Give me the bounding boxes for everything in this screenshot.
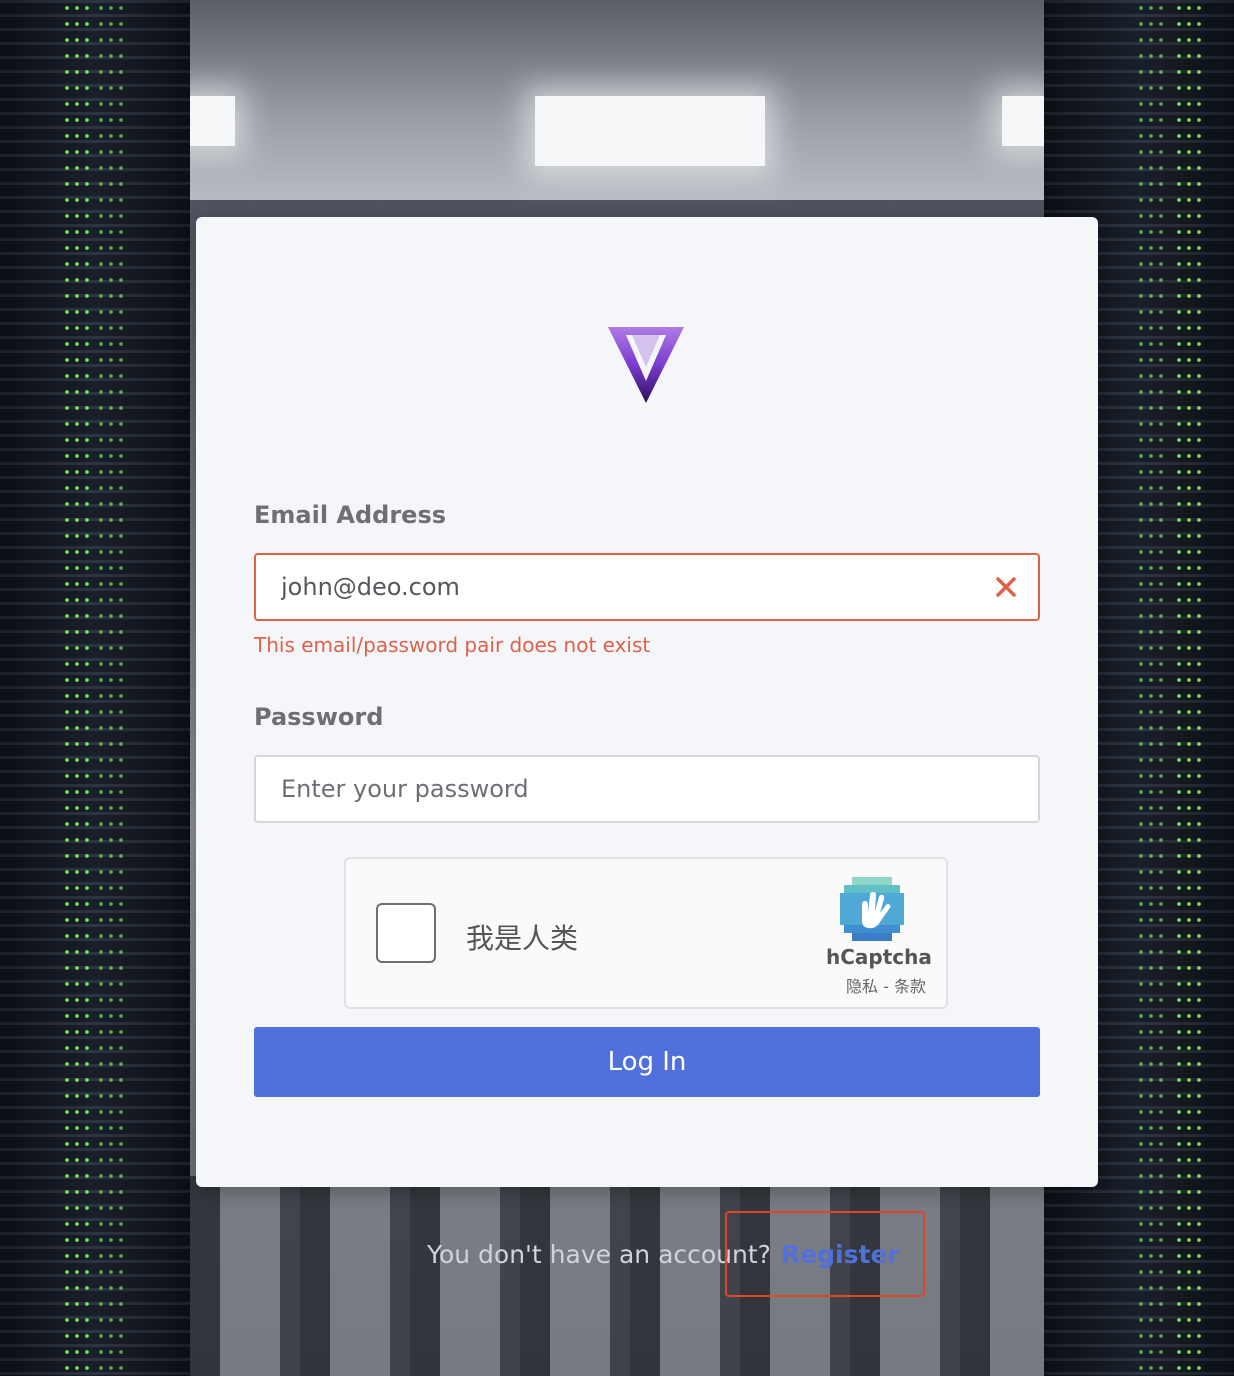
email-label: Email Address bbox=[254, 501, 447, 529]
password-field-wrapper bbox=[254, 755, 1040, 823]
password-label: Password bbox=[254, 703, 384, 731]
register-prompt-text: You don't have an account? bbox=[427, 1240, 771, 1269]
ceiling-light bbox=[535, 96, 765, 166]
email-input[interactable] bbox=[256, 555, 1038, 619]
v-logo-icon bbox=[608, 327, 684, 403]
login-button[interactable]: Log In bbox=[254, 1027, 1040, 1097]
hcaptcha-privacy-terms-links[interactable]: 隐私 - 条款 bbox=[846, 973, 926, 997]
server-rack-left bbox=[0, 0, 190, 1376]
captcha-checkbox[interactable] bbox=[376, 903, 436, 963]
email-field-wrapper bbox=[254, 553, 1040, 621]
clear-x-icon[interactable] bbox=[994, 575, 1018, 599]
captcha-checkbox-label: 我是人类 bbox=[466, 922, 579, 955]
email-error-message: This email/password pair does not exist bbox=[254, 633, 651, 657]
hcaptcha-widget: 我是人类 hCaptcha 隐私 - 条款 bbox=[344, 857, 948, 1009]
login-card: Email Address This email/password pair d… bbox=[196, 217, 1098, 1187]
register-highlight-box bbox=[725, 1211, 925, 1297]
hcaptcha-logo-icon bbox=[840, 877, 904, 941]
hcaptcha-brand: hCaptcha bbox=[826, 945, 932, 969]
password-input[interactable] bbox=[256, 757, 1038, 821]
